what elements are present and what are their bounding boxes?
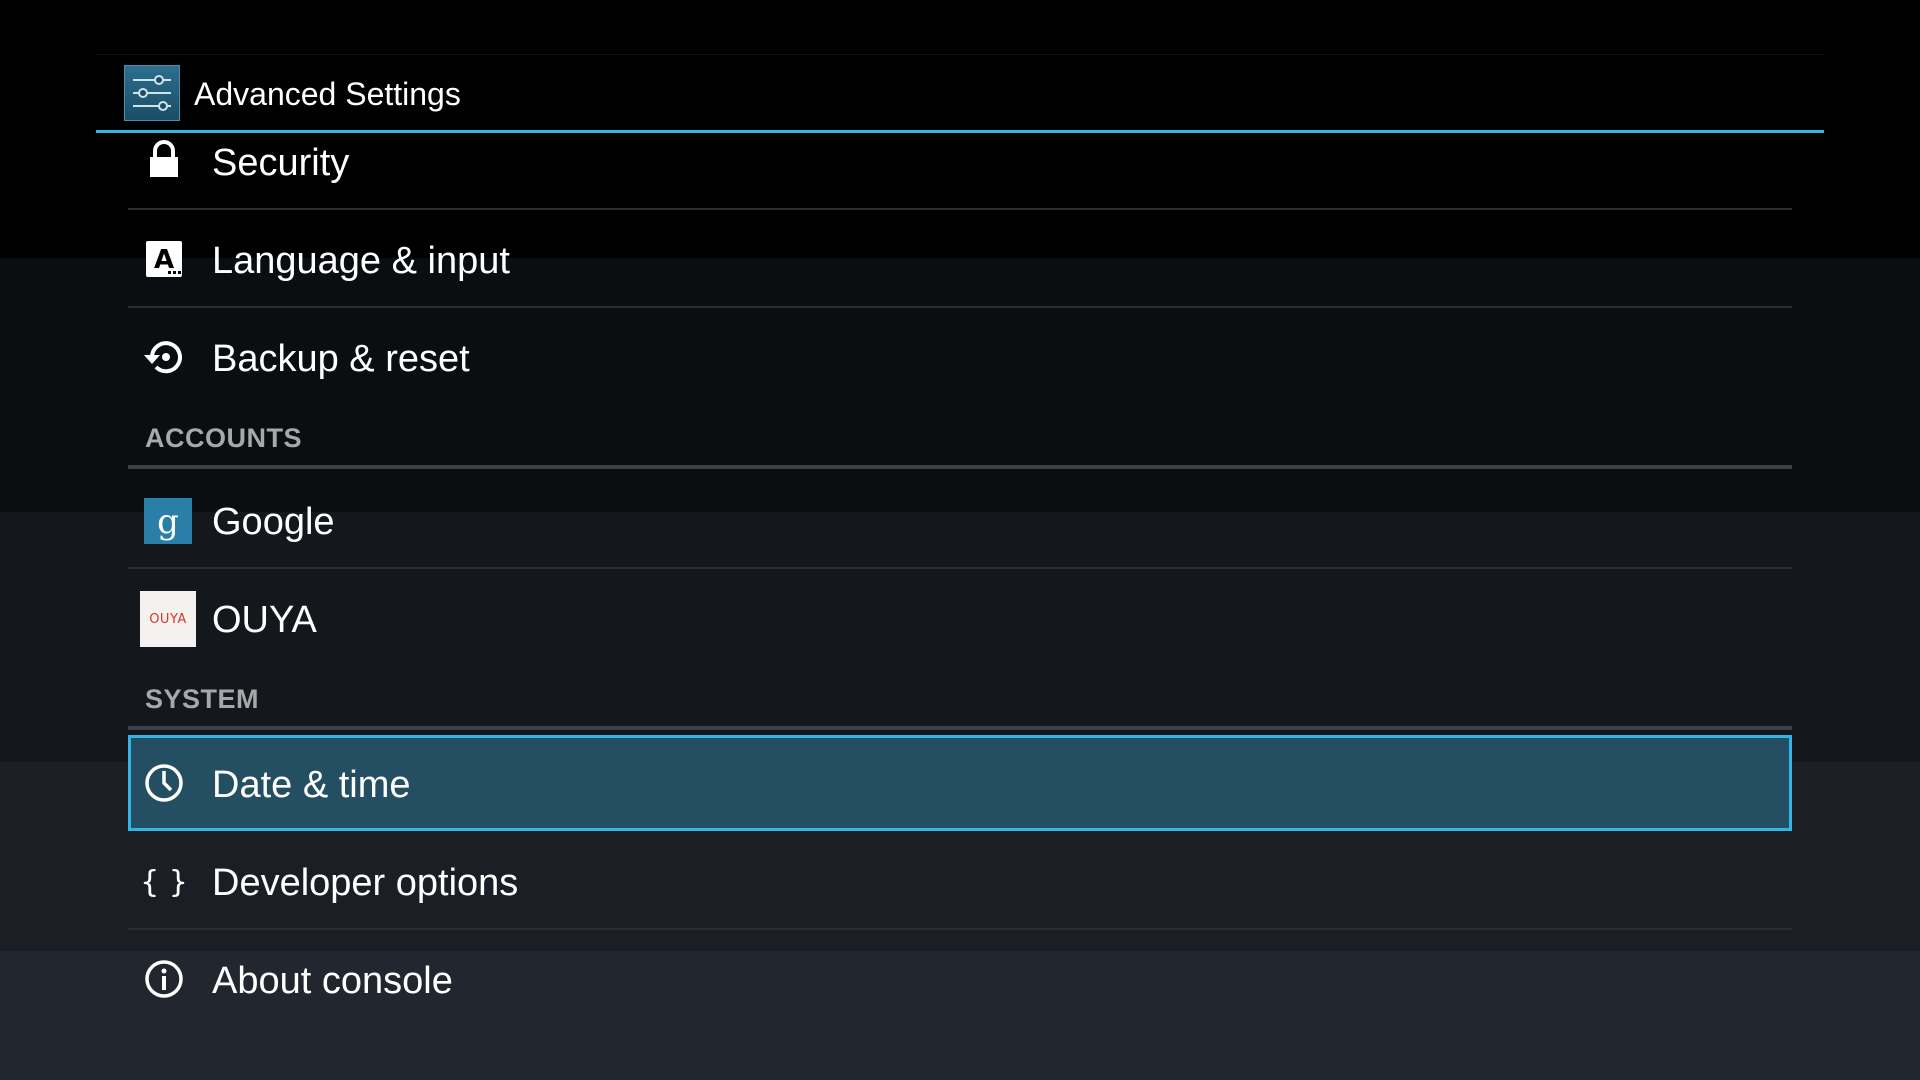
- settings-item-language-input[interactable]: A Language & input: [128, 211, 1792, 308]
- settings-item-label: Google: [212, 501, 335, 543]
- section-header-accounts: ACCOUNTS: [128, 409, 1792, 469]
- braces-icon: { }: [140, 857, 188, 905]
- settings-item-label: Language & input: [212, 240, 510, 282]
- svg-text:OUYA: OUYA: [149, 612, 187, 627]
- section-header-label: SYSTEM: [145, 684, 260, 714]
- divider: [128, 928, 1792, 930]
- settings-item-label: Developer options: [212, 862, 519, 904]
- section-rule: [128, 726, 1792, 730]
- settings-item-google[interactable]: Google: [128, 472, 1792, 569]
- section-header-label: ACCOUNTS: [145, 423, 302, 453]
- svg-text:{ }: { }: [140, 865, 188, 900]
- language-a-icon: A: [140, 235, 188, 283]
- settings-item-label: Security: [212, 142, 350, 184]
- settings-item-about-console[interactable]: About console: [128, 931, 1792, 1027]
- page-title: Advanced Settings: [194, 76, 461, 112]
- settings-item-backup-reset[interactable]: Backup & reset: [128, 309, 1792, 405]
- settings-item-developer-options[interactable]: { } Developer options: [128, 833, 1792, 930]
- top-hairline: [96, 54, 1824, 55]
- settings-item-ouya[interactable]: OUYA: [128, 570, 1792, 666]
- settings-item-label: OUYA: [212, 599, 317, 641]
- lock-icon: [140, 137, 188, 185]
- svg-text:g: g: [157, 502, 179, 542]
- settings-item-label: Date & time: [212, 764, 411, 806]
- section-rule: [128, 465, 1792, 469]
- divider: [128, 306, 1792, 308]
- divider: [128, 567, 1792, 569]
- svg-text:A: A: [154, 245, 174, 275]
- google-g-icon: g: [144, 498, 192, 544]
- backup-restore-icon: [140, 333, 188, 381]
- section-header-system: SYSTEM: [128, 670, 1792, 730]
- ouya-logo-icon: OUYA: [140, 591, 196, 647]
- settings-item-security[interactable]: Security: [128, 113, 1792, 210]
- settings-item-label: About console: [212, 960, 453, 1002]
- info-icon: [140, 955, 188, 1003]
- clock-icon: [140, 759, 188, 807]
- settings-item-label: Backup & reset: [212, 338, 470, 380]
- divider: [128, 208, 1792, 210]
- settings-item-date-time[interactable]: Date & time: [128, 735, 1792, 831]
